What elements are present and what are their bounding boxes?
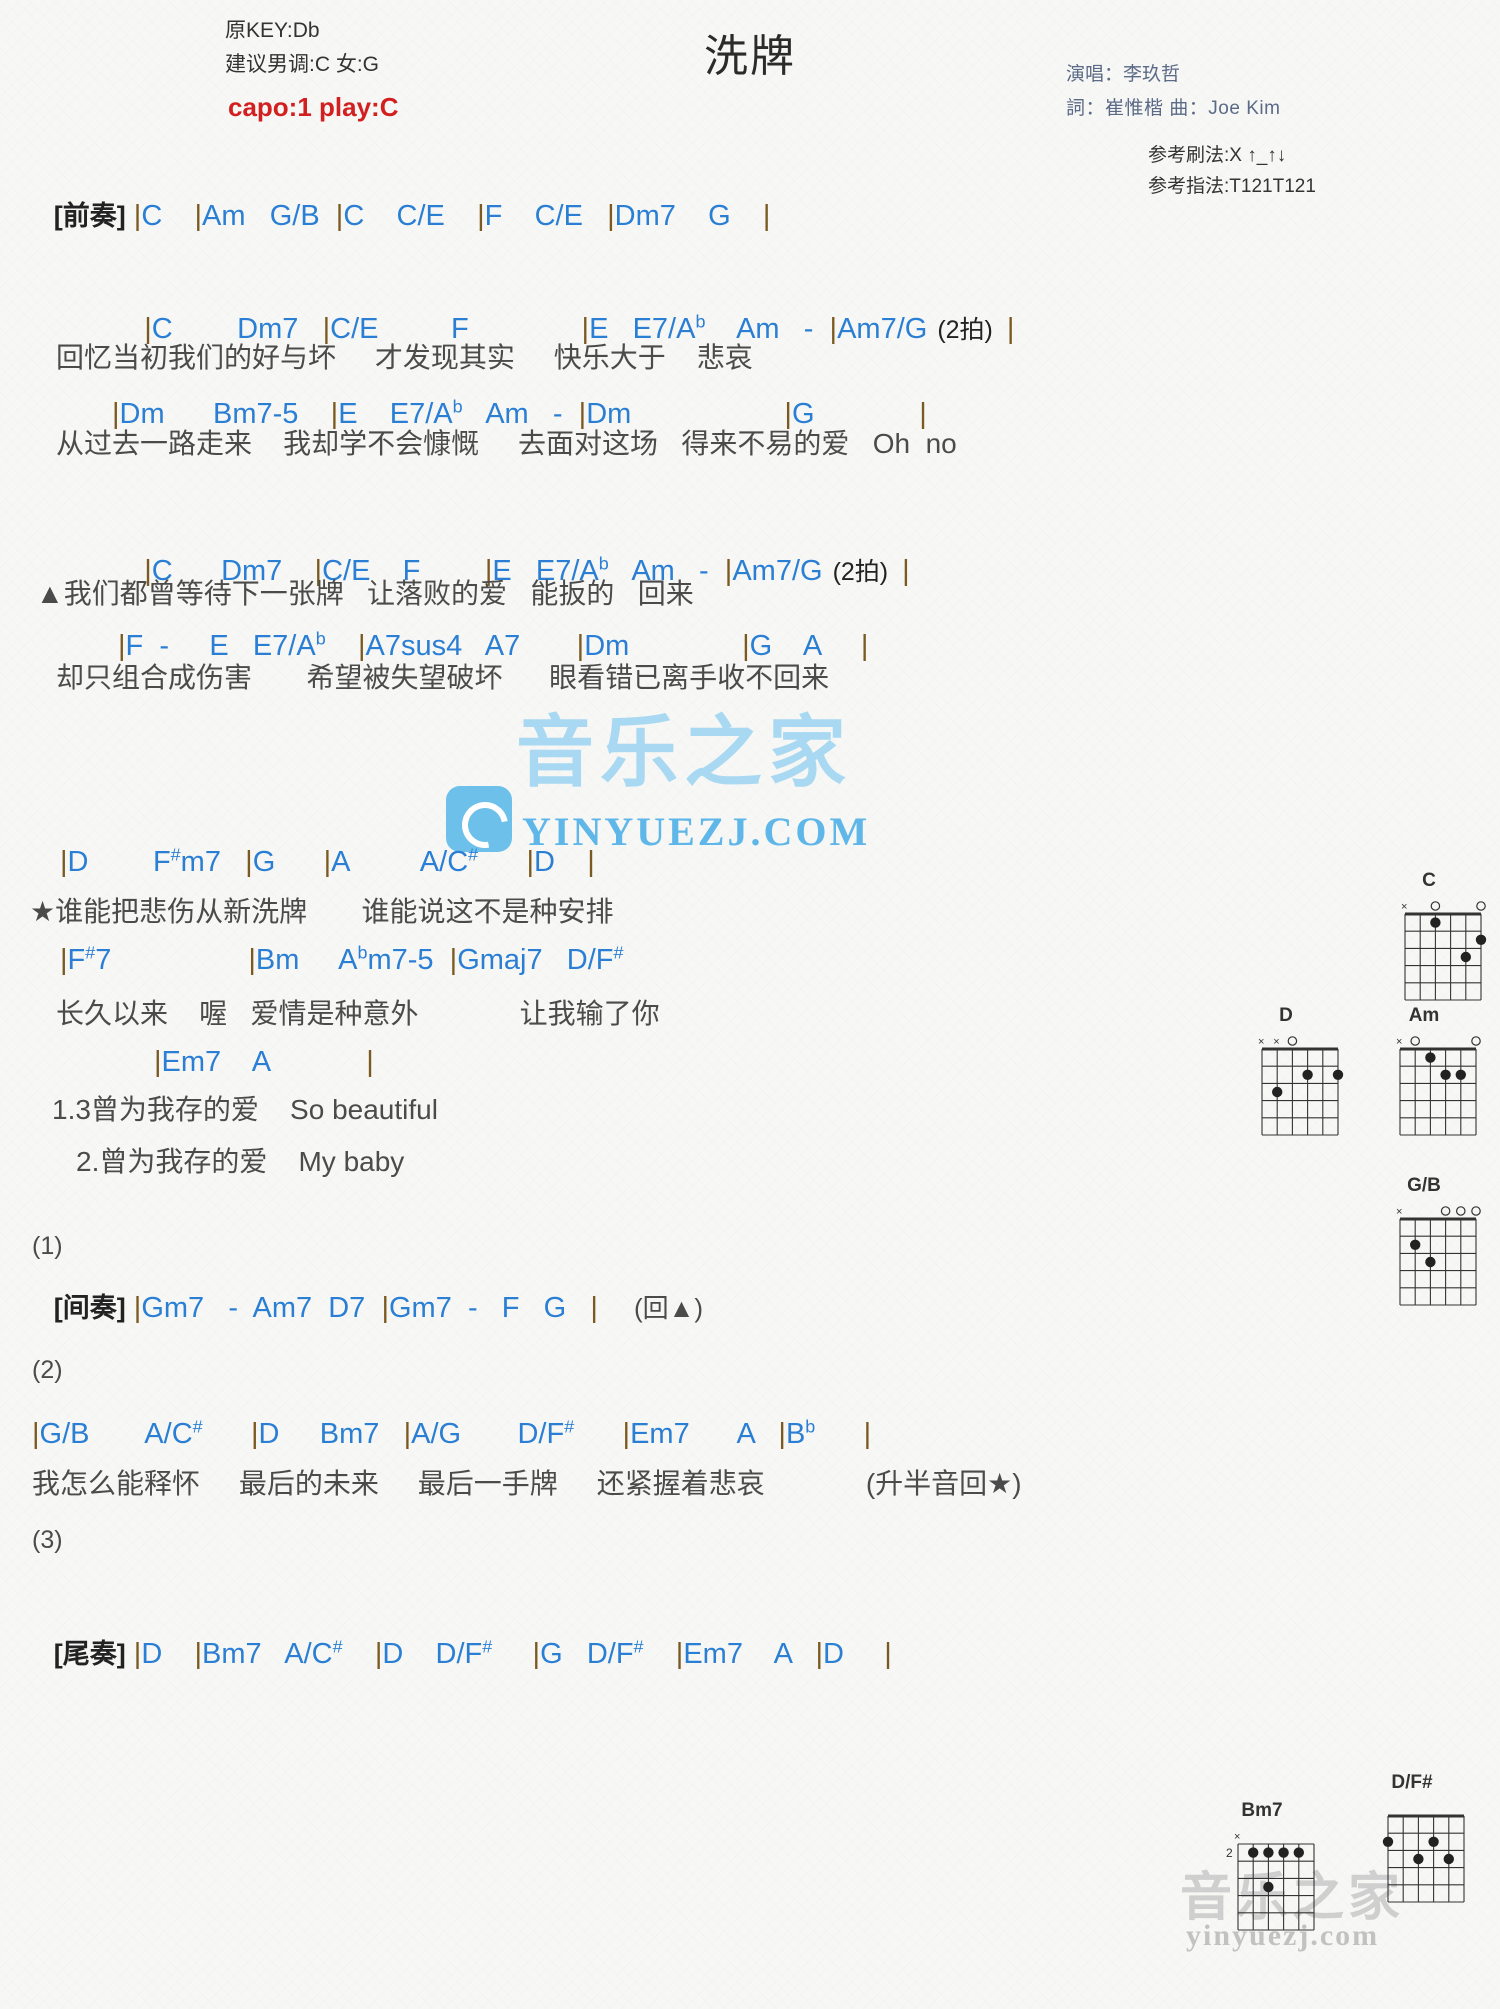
chorus-chords-1: |D F#m7 |G |A A/C# |D | bbox=[60, 844, 595, 878]
credits: 演唱：李玖哲 詞：崔惟楷 曲：Joe Kim bbox=[1066, 58, 1280, 126]
svg-text:×: × bbox=[1396, 1206, 1402, 1218]
intro-chords: |C |Am G/B |C C/E |F C/E |Dm7 G | bbox=[133, 200, 771, 232]
svg-text:×: × bbox=[1401, 901, 1407, 913]
verse2-chords-2: |F - E E7/Ab |A7sus4 A7 |Dm |G A | bbox=[118, 628, 869, 662]
bridge-lyrics: 我怎么能释怀 最后的未来 最后一手牌 还紧握着悲哀 (升半音回★) bbox=[32, 1468, 1022, 1499]
interlude-chords: |Gm7 - Am7 D7 |Gm7 - F G | bbox=[133, 1292, 598, 1324]
outro-row: [尾奏] |D |Bm7 A/C# |D D/F# |G D/F# |Em7 A … bbox=[36, 1624, 892, 1685]
capo-info: capo:1 play:C bbox=[228, 92, 399, 122]
verse2-endbar-1: | bbox=[902, 555, 910, 587]
finger-pattern: 参考指法:T121T121 bbox=[1148, 176, 1316, 197]
verse1-chords-2: |Dm Bm7-5 |E E7/Ab Am - |Dm |G | bbox=[112, 396, 927, 430]
verse2-beat-1: (2拍) bbox=[832, 558, 889, 586]
writers: 詞：崔惟楷 曲：Joe Kim bbox=[1066, 98, 1281, 119]
chorus-chords-2: |F#7 |Bm Abm7-5 |Gmaj7 D/F# bbox=[60, 942, 624, 976]
verse1-beat-1: (2拍) bbox=[937, 316, 993, 344]
section-tag-interlude: [间奏] bbox=[53, 1293, 126, 1323]
verse1-endbar-1: | bbox=[1006, 313, 1015, 345]
chord-diagram-grid: × bbox=[1396, 1036, 1481, 1136]
singer: 演唱：李玖哲 bbox=[1066, 64, 1181, 85]
chord-diagram-grid: × bbox=[1396, 1206, 1481, 1306]
verse2-lyrics-1: ▲我们都曾等待下一张牌 让落败的爱 能扳的 回来 bbox=[36, 578, 694, 609]
marker-2: (2) bbox=[32, 1356, 63, 1384]
marker-3: (3) bbox=[32, 1526, 63, 1554]
verse1-lyrics-1: 回忆当初我们的好与坏 才发现其实 快乐大于 悲哀 bbox=[56, 342, 753, 373]
section-tag-intro: [前奏] bbox=[53, 201, 126, 231]
interlude-repeat-note: (回▲) bbox=[633, 1293, 703, 1323]
svg-text:×: × bbox=[1273, 1036, 1279, 1048]
chord-diagram-name: D bbox=[1279, 1005, 1293, 1026]
chord-diagram-name: Bm7 bbox=[1241, 1800, 1283, 1821]
svg-text:2: 2 bbox=[1226, 1846, 1233, 1860]
chord-diagram-name: Am bbox=[1408, 1005, 1440, 1026]
chord-diagram-grid bbox=[1382, 1814, 1465, 1903]
interlude-row: [间奏] |Gm7 - Am7 D7 |Gm7 - F G | (回▲) bbox=[36, 1278, 703, 1339]
verse1-lyrics-2: 从过去一路走来 我却学不会慷慨 去面对这场 得来不易的爱 Oh no bbox=[56, 428, 957, 459]
pattern-info: 参考刷法:X ↑_↑↓ 参考指法:T121T121 bbox=[1148, 140, 1316, 202]
strum-pattern: 参考刷法:X ↑_↑↓ bbox=[1148, 145, 1287, 166]
chorus-lyrics-2: 长久以来 喔 爱情是种意外 让我输了你 bbox=[56, 998, 660, 1029]
chord-diagram-grid: ×2 bbox=[1226, 1831, 1315, 1931]
chorus-lyrics-3b: 2.曾为我存的爱 My baby bbox=[76, 1146, 405, 1177]
marker-1: (1) bbox=[32, 1232, 63, 1260]
chord-diagram-grid: × × bbox=[1258, 1036, 1344, 1136]
outro-chords: |D |Bm7 A/C# |D D/F# |G D/F# |Em7 A |D | bbox=[133, 1636, 892, 1670]
bridge-chords: |G/B A/C# |D Bm7 |A/G D/F# |Em7 A |Bb | bbox=[32, 1416, 872, 1450]
chorus-lyrics-1: ★谁能把悲伤从新洗牌 谁能说这不是种安排 bbox=[30, 896, 614, 927]
chord-diagram-name: C bbox=[1422, 870, 1436, 891]
svg-text:×: × bbox=[1234, 1831, 1240, 1843]
chord-diagram-name: G/B bbox=[1407, 1175, 1441, 1196]
verse2-lyrics-2: 却只组合成伤害 希望被失望破坏 眼看错已离手收不回来 bbox=[56, 662, 830, 693]
chord-diagram-grid: × bbox=[1401, 901, 1487, 1001]
intro-row: [前奏] |C |Am G/B |C C/E |F C/E |Dm7 G | bbox=[36, 186, 771, 247]
chord-diagram-name: D/F# bbox=[1391, 1772, 1433, 1793]
section-tag-outro: [尾奏] bbox=[53, 1639, 126, 1669]
svg-text:×: × bbox=[1396, 1036, 1402, 1048]
chorus-chords-3: |Em7 A | bbox=[154, 1046, 374, 1078]
chorus-lyrics-3a: 1.3曾为我存的爱 So beautiful bbox=[52, 1094, 438, 1125]
verse1-chords-1-text: |C Dm7 |C/E F |E E7/Ab Am - |Am7/G bbox=[144, 311, 928, 345]
svg-text:×: × bbox=[1258, 1036, 1264, 1048]
